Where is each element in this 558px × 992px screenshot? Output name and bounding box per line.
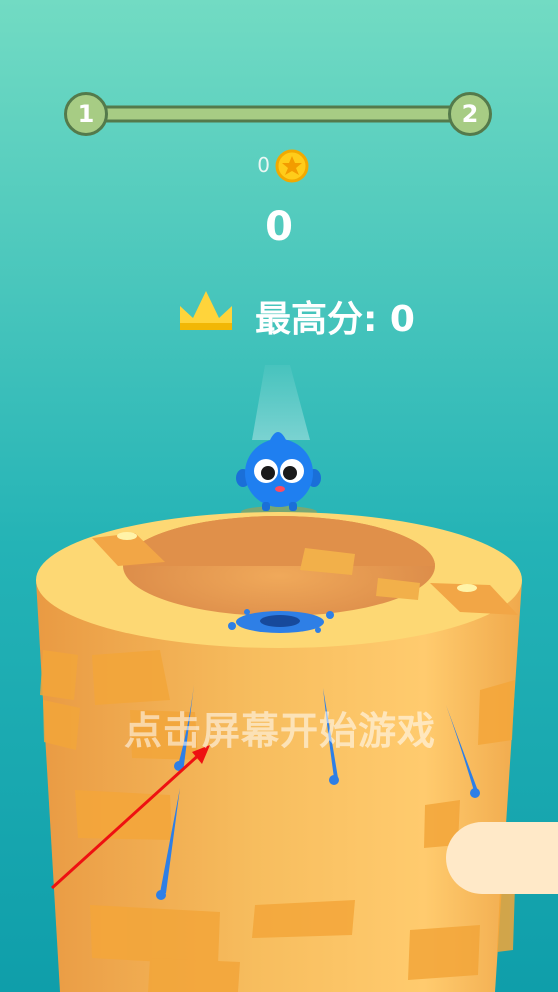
- best-score-label: 最高分: 0: [255, 299, 415, 340]
- toggle-button[interactable]: [446, 822, 558, 894]
- level-progress-track: [84, 105, 472, 123]
- tap-to-start-hint[interactable]: 点击屏幕开始游戏: [100, 700, 460, 755]
- score-display: 0: [265, 204, 293, 250]
- current-level-node: 1: [64, 92, 108, 136]
- star-coin-icon: [275, 149, 309, 183]
- coin-count: 0: [257, 153, 270, 177]
- next-level-node: 2: [448, 92, 492, 136]
